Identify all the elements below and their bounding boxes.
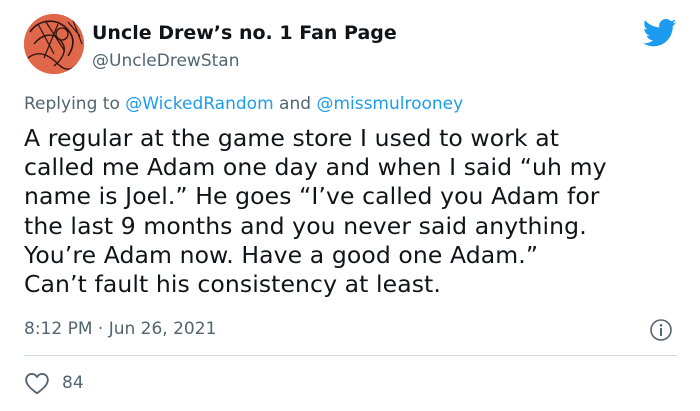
mention-link-2[interactable]: @missmulrooney	[316, 94, 463, 114]
mention-link-1[interactable]: @WickedRandom	[125, 94, 273, 114]
like-count: 84	[62, 373, 84, 393]
tweet-timestamp[interactable]: 8:12 PM · Jun 26, 2021	[24, 319, 216, 339]
tweet-text: A regular at the game store I used to wo…	[24, 124, 607, 299]
reply-joiner: and	[273, 94, 317, 114]
tweet-card: Uncle Drew’s no. 1 Fan Page @UncleDrewSt…	[0, 0, 700, 411]
reply-prefix: Replying to	[24, 94, 126, 114]
avatar-sketch-icon	[24, 14, 84, 74]
user-handle[interactable]: @UncleDrewStan	[92, 51, 239, 71]
reply-context: Replying to @WickedRandom and @missmulro…	[24, 94, 463, 114]
twitter-bird-icon[interactable]	[643, 18, 677, 48]
display-name[interactable]: Uncle Drew’s no. 1 Fan Page	[92, 22, 397, 44]
avatar[interactable]	[24, 14, 84, 74]
heart-icon[interactable]	[24, 371, 50, 395]
divider	[24, 355, 677, 356]
info-icon[interactable]	[649, 318, 673, 342]
